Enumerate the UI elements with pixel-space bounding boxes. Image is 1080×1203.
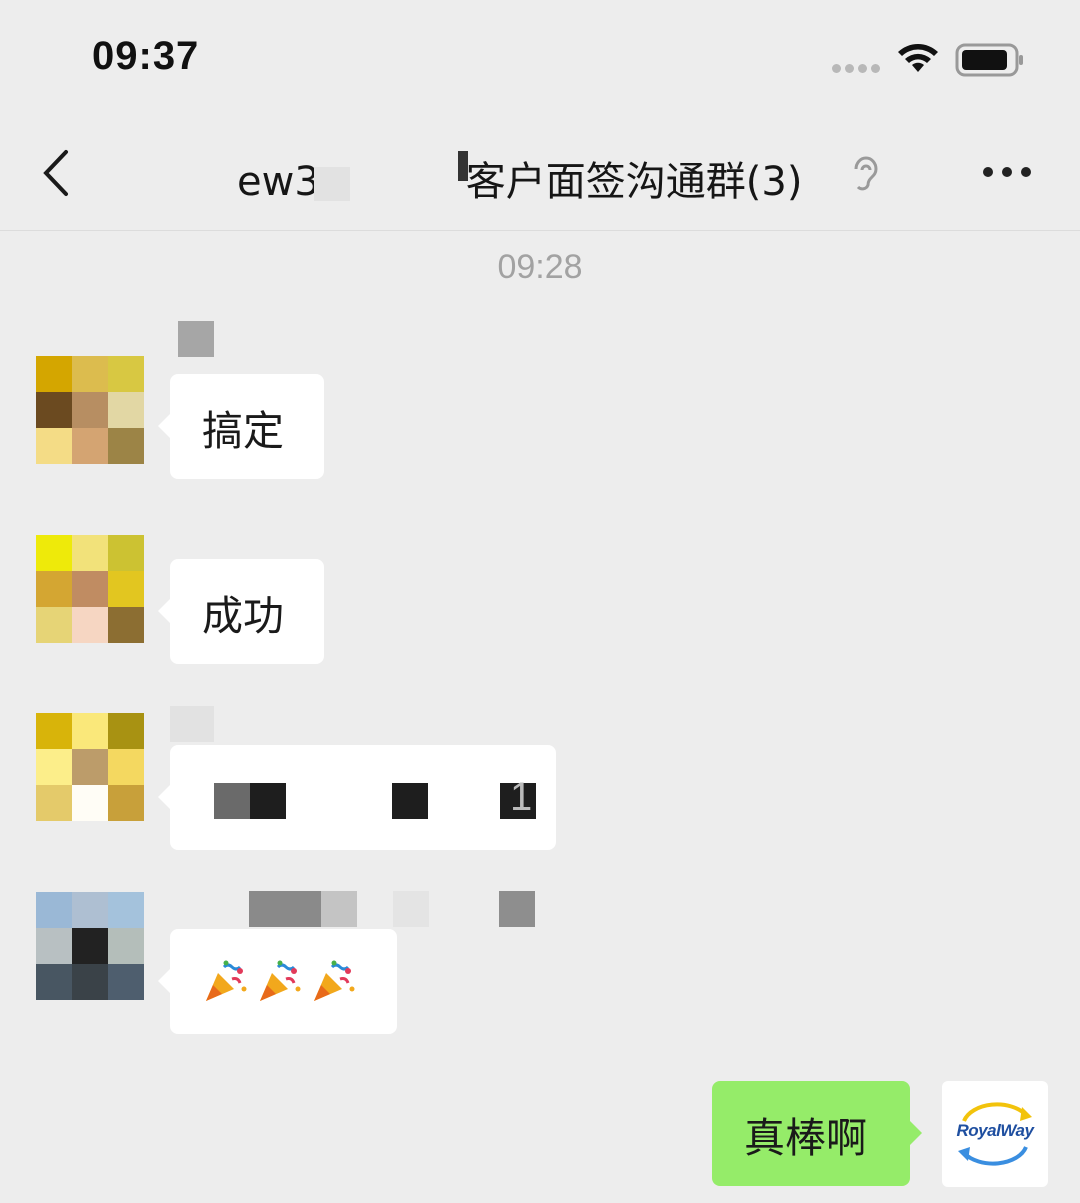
wifi-icon	[895, 40, 941, 78]
battery-icon	[955, 43, 1025, 81]
sender-name-redacted	[393, 891, 429, 927]
nav-bar: ew3 客户面签沟通群(3)	[0, 115, 1080, 231]
chat-title: ew3 客户面签沟通群(3)	[237, 149, 802, 207]
back-chevron-icon	[43, 150, 68, 196]
more-button[interactable]	[983, 167, 1031, 177]
message-text: 成功	[202, 591, 284, 640]
redacted-block	[392, 783, 428, 819]
status-time: 09:37	[92, 34, 200, 78]
message-bubble[interactable]: 1	[158, 745, 556, 850]
party-popper-icon	[260, 960, 301, 1001]
sender-name-redacted	[499, 891, 535, 927]
message-text: 搞定	[202, 406, 284, 455]
message-bubble[interactable]: 搞定	[158, 374, 324, 479]
back-button[interactable]	[38, 148, 74, 202]
logo-text: RoyalWay	[956, 1121, 1034, 1140]
avatar[interactable]	[36, 713, 144, 821]
avatar[interactable]	[36, 892, 144, 1000]
sender-name-redacted	[249, 891, 321, 927]
redacted-block	[214, 783, 250, 819]
message-bubble[interactable]: 成功	[158, 559, 324, 664]
cellular-signal-icon	[832, 64, 880, 73]
message-text: 真棒啊	[744, 1113, 867, 1162]
redacted-block	[250, 783, 286, 819]
my-avatar[interactable]: RoyalWay	[942, 1081, 1048, 1187]
avatar[interactable]	[36, 535, 144, 643]
message-bubble[interactable]	[158, 929, 397, 1034]
message-timestamp: 09:28	[497, 248, 583, 286]
ear-icon	[850, 155, 880, 199]
sender-name-redacted	[321, 891, 357, 927]
sender-name-redacted	[170, 706, 214, 742]
message-text: 1	[510, 775, 533, 819]
chat-title-prefix: ew3	[237, 159, 320, 205]
party-popper-icon	[314, 960, 355, 1001]
party-popper-icon	[206, 960, 247, 1001]
redacted-block	[313, 167, 350, 201]
sender-name-redacted	[178, 321, 214, 357]
chat-title-main: 客户面签沟通群(3)	[465, 159, 803, 205]
my-message-bubble[interactable]: 真棒啊	[712, 1081, 922, 1186]
avatar[interactable]	[36, 356, 144, 464]
